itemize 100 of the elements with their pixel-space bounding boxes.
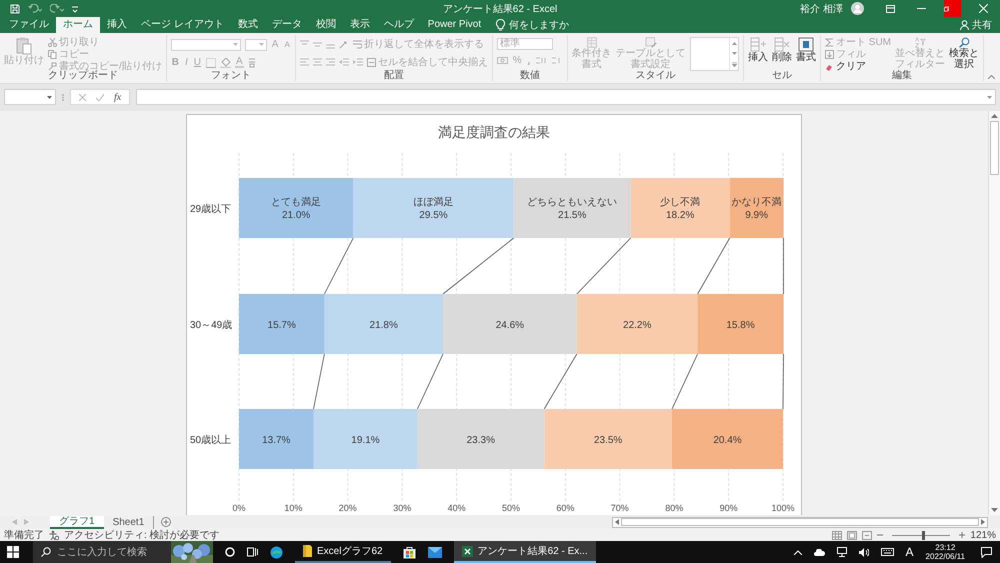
indent-icon[interactable] [338,58,349,67]
network-icon[interactable] [836,547,847,557]
bar[interactable] [630,178,730,238]
ribbon-tab[interactable]: 表示 [342,17,377,33]
ime-indicator[interactable]: A [906,545,914,559]
save-icon[interactable] [10,4,20,14]
sort-filter-icon [912,37,928,48]
tell-me-field[interactable]: 何をしますか [509,18,570,32]
formula-input[interactable] [136,89,996,105]
ribbon-display-icon[interactable] [886,4,895,12]
customize-icon[interactable] [72,4,78,12]
scroll-up-icon[interactable] [732,42,736,44]
close-icon[interactable] [979,4,988,13]
taskbar-app[interactable]: Excelグラフ62 [295,541,391,563]
cloud-icon[interactable] [814,548,825,556]
page-layout-icon[interactable] [847,530,858,540]
undo-icon[interactable] [28,4,42,14]
indent-icon[interactable] [352,58,363,67]
insert-function-button[interactable]: fx [114,92,122,102]
ribbon-tab[interactable]: ヘルプ [376,17,421,33]
increase-decimal-icon[interactable] [534,56,547,65]
vertical-scrollbar[interactable] [988,111,1000,515]
scrollbar-thumb[interactable] [621,518,979,526]
clock-time[interactable]: 23:12 [935,543,956,552]
enter-icon[interactable] [96,94,104,100]
ribbon-tab[interactable]: 校閲 [308,17,343,33]
find-select-button[interactable]: 検索と選択 [949,37,979,70]
data-label: 23.5% [594,435,622,446]
horizontal-scrollbar[interactable] [612,516,988,528]
collapse-ribbon-icon[interactable] [988,75,995,79]
clear-button[interactable]: クリア [825,61,891,72]
next-sheet-icon[interactable] [24,519,29,525]
notification-icon[interactable] [981,546,992,558]
keyboard-icon[interactable] [880,548,894,556]
accessibility-status[interactable]: アクセシビリティ: 検討が必要です [64,528,220,542]
ribbon-tab[interactable]: 挿入 [100,17,134,33]
ribbon-tab[interactable]: Power Pivot [420,17,488,33]
edge-icon[interactable] [270,546,283,558]
volume-icon[interactable] [858,548,869,556]
fill-color-icon[interactable] [220,58,232,68]
scroll-up-icon[interactable] [991,114,998,118]
bar[interactable] [239,178,354,238]
delete-button[interactable]: 削除 [772,37,792,70]
ribbon-tab[interactable]: 数式 [230,17,265,33]
avatar-icon[interactable] [851,2,864,15]
normal-view-icon[interactable] [832,530,842,540]
ribbon-tab[interactable]: ファイル [2,17,56,33]
restore-button[interactable] [944,0,961,17]
zoom-in-icon[interactable] [959,532,966,538]
data-label: 9.9% [745,210,768,221]
accessibility-icon[interactable] [49,530,59,540]
sheet-tab[interactable]: Sheet1 [104,516,154,528]
scroll-down-icon[interactable] [732,52,736,54]
horizontal-align-icon[interactable] [312,58,322,67]
ribbon-tab[interactable]: ホーム [56,17,100,33]
zoom-level[interactable]: 121% [970,530,996,540]
more-icon[interactable] [732,62,736,66]
name-box[interactable] [4,89,56,105]
border-icon[interactable] [206,58,216,68]
store-icon[interactable] [402,546,416,558]
insert-button[interactable]: 挿入 [748,37,768,70]
mail-icon[interactable] [428,546,442,558]
vertical-align-icon[interactable] [312,40,322,49]
cancel-icon[interactable] [79,94,86,100]
scroll-down-icon[interactable] [991,508,998,512]
clock-date[interactable]: 2022/06/11 [926,552,965,561]
copy-icon [48,50,57,59]
font-size-field[interactable] [244,38,267,50]
format-button[interactable]: 書式 [796,37,816,70]
scrollbar-thumb[interactable] [990,121,999,175]
horizontal-align-icon[interactable] [300,58,309,67]
bar[interactable] [514,178,631,238]
scroll-right-icon[interactable] [981,519,985,525]
task-view-icon[interactable] [247,547,258,557]
chart-area[interactable]: 満足度調査の結果 29歳以下 とても満足 21.0% ほぼ満足 29.5% どちらともいえない 21.5% 少し不満 18.2% かなり不満 9.9% 30～49歳 15.7% 21.8% 24.6% 22.2% 15.8% 50歳以上 13.7% 19.1% 23.3% 23.5% 20.4% 0% 10% 20% 30% 40% 50% 60% 70% 80% 90% 100% [186,114,802,516]
scroll-left-icon[interactable] [615,519,619,525]
redo-icon[interactable] [50,4,64,14]
phonetic-icon[interactable] [248,58,256,68]
currency-icon[interactable] [496,56,508,65]
ribbon-tab[interactable]: データ [264,17,309,33]
show-hidden-icons-icon[interactable] [794,550,802,554]
expand-icon[interactable] [987,96,992,98]
page-break-icon[interactable] [862,530,872,540]
zoom-out-icon[interactable] [877,532,884,538]
horizontal-align-icon[interactable] [326,58,335,67]
bar[interactable] [730,178,784,238]
sheet-tab[interactable]: グラフ1 [50,516,104,528]
axis-tick-label: 60% [556,503,574,513]
share-button[interactable]: 共有 [960,17,992,33]
cell-styles-gallery[interactable] [690,37,739,71]
orientation-icon[interactable] [338,40,349,49]
add-sheet-icon[interactable] [161,517,172,527]
taskbar-app[interactable]: アンケート結果62 - Ex... [454,541,596,563]
cortana-icon[interactable] [225,547,235,557]
windows-start-icon[interactable] [7,546,19,558]
font-name-field[interactable] [170,38,241,50]
taskbar-search-field[interactable]: ここに入力して検索 [33,541,213,563]
format-cells-icon [798,37,814,52]
ribbon-tab[interactable]: ページ レイアウト [134,17,231,33]
previous-sheet-icon[interactable] [12,519,17,525]
